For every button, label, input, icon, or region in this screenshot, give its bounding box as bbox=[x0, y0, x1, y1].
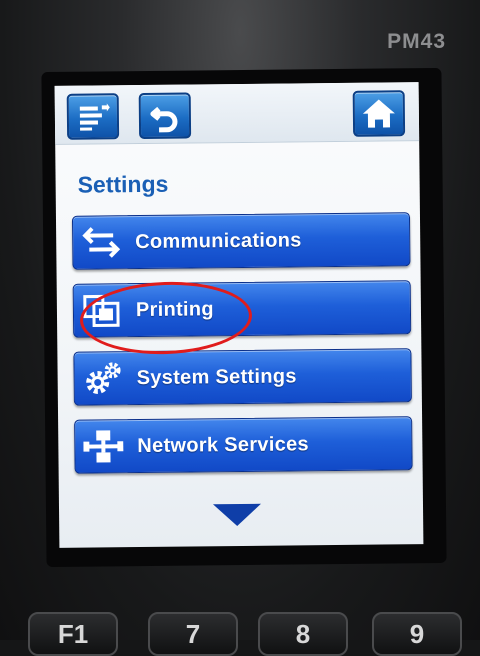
keypad-key-8[interactable]: 8 bbox=[258, 612, 348, 656]
menu-item-label: Communications bbox=[135, 229, 302, 254]
keypad-key-f1[interactable]: F1 bbox=[28, 612, 118, 656]
model-label: PM43 bbox=[387, 30, 446, 53]
menu-item-system-settings[interactable]: System Settings bbox=[73, 348, 412, 406]
menu-item-communications[interactable]: Communications bbox=[71, 212, 411, 270]
page-title: Settings bbox=[77, 170, 169, 198]
printer-device: PM43 Settings Communications Printing Sy… bbox=[0, 0, 480, 656]
back-button[interactable] bbox=[138, 92, 192, 140]
back-arrow-icon bbox=[150, 106, 178, 133]
network-icon bbox=[83, 430, 124, 463]
menu-list-icon bbox=[79, 103, 110, 131]
keypad-key-7[interactable]: 7 bbox=[148, 612, 238, 656]
home-icon bbox=[362, 99, 395, 128]
chevron-down-icon[interactable] bbox=[212, 503, 262, 527]
home-button[interactable] bbox=[352, 90, 406, 137]
gears-icon bbox=[86, 362, 121, 394]
menu-item-label: Network Services bbox=[137, 433, 310, 458]
top-toolbar bbox=[54, 82, 420, 145]
arrows-exchange-icon bbox=[82, 227, 121, 258]
menu-button[interactable] bbox=[66, 93, 120, 140]
menu-item-label: System Settings bbox=[136, 365, 297, 390]
menu-item-network-services[interactable]: Network Services bbox=[74, 416, 413, 474]
keypad-key-9[interactable]: 9 bbox=[372, 612, 462, 656]
